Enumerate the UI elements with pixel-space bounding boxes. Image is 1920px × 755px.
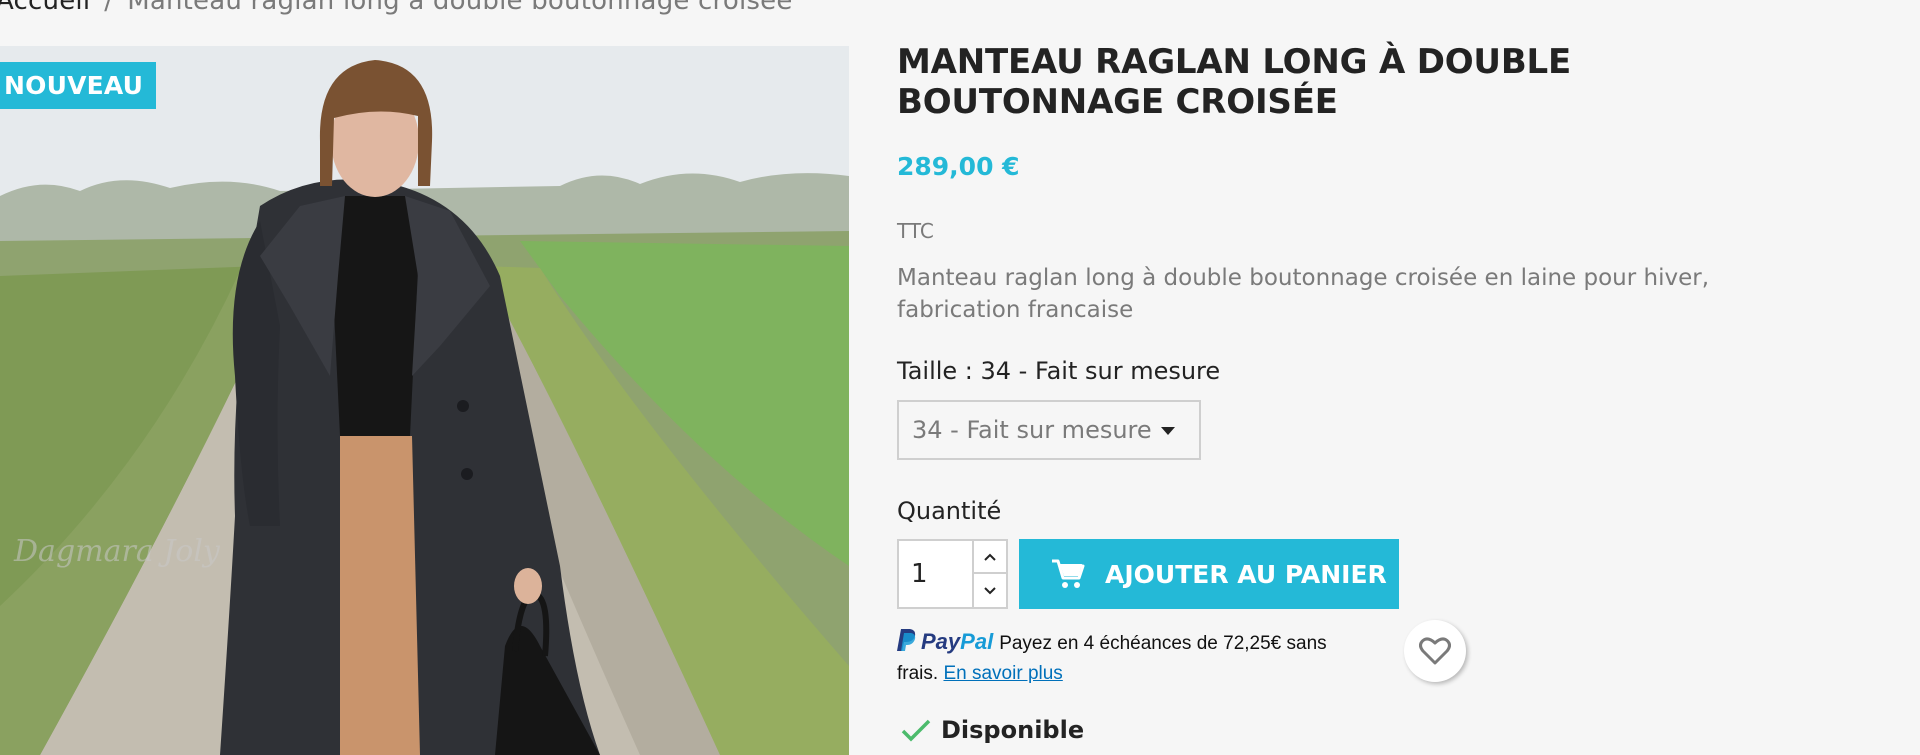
paypal-learn-more-link[interactable]: En savoir plus (943, 663, 1062, 684)
check-icon (901, 718, 931, 742)
paypal-wordmark-pay: Pay (921, 629, 961, 654)
tax-label: TTC (897, 219, 934, 243)
breadcrumb-current: Manteau raglan long à double boutonnage … (127, 0, 793, 16)
breadcrumb-separator: / (104, 0, 114, 16)
shopping-cart-icon (1051, 558, 1085, 590)
availability-status: Disponible (901, 716, 1084, 744)
availability-label: Disponible (941, 716, 1085, 744)
size-select[interactable]: 34 - Fait sur mesure (897, 400, 1201, 460)
heart-icon (1419, 637, 1451, 665)
quantity-label: Quantité (897, 497, 1002, 525)
chevron-down-icon (984, 586, 996, 594)
product-description: Manteau raglan long à double boutonnage … (897, 265, 1710, 323)
paypal-message: PayPal Payez en 4 échéances de 72,25€ san… (897, 628, 1367, 687)
paypal-wordmark-pal: Pal (960, 629, 994, 654)
breadcrumb: Accueil / Manteau raglan long à double bou… (0, 0, 793, 16)
product-image[interactable]: Dagmara Joly (0, 46, 849, 755)
chevron-up-icon (984, 553, 996, 561)
quantity-input[interactable]: 1 (899, 541, 974, 607)
size-label: Taille : 34 - Fait sur mesure (897, 357, 1221, 385)
breadcrumb-home-link[interactable]: Accueil (0, 0, 90, 16)
product-photo (0, 46, 849, 755)
quantity-increase-button[interactable] (972, 541, 1006, 574)
paypal-wordmark: PayPal (921, 629, 993, 654)
new-badge: NOUVEAU (0, 62, 157, 109)
product-price: 289,00 € (897, 152, 1020, 181)
paypal-logo-icon (897, 628, 917, 660)
add-to-cart-label: AJOUTER AU PANIER (1105, 559, 1387, 589)
product-title: MANTEAU RAGLAN LONG À DOUBLE BOUTONNAGE … (897, 42, 1572, 122)
watermark-logo: Dagmara Joly (14, 534, 220, 569)
add-to-cart-button[interactable]: AJOUTER AU PANIER (1019, 539, 1399, 609)
quantity-decrease-button[interactable] (972, 574, 1006, 607)
wishlist-button[interactable] (1404, 620, 1466, 682)
quantity-stepper: 1 (897, 539, 1008, 609)
size-select-value: 34 - Fait sur mesure (912, 416, 1152, 444)
caret-down-icon (1161, 427, 1175, 435)
